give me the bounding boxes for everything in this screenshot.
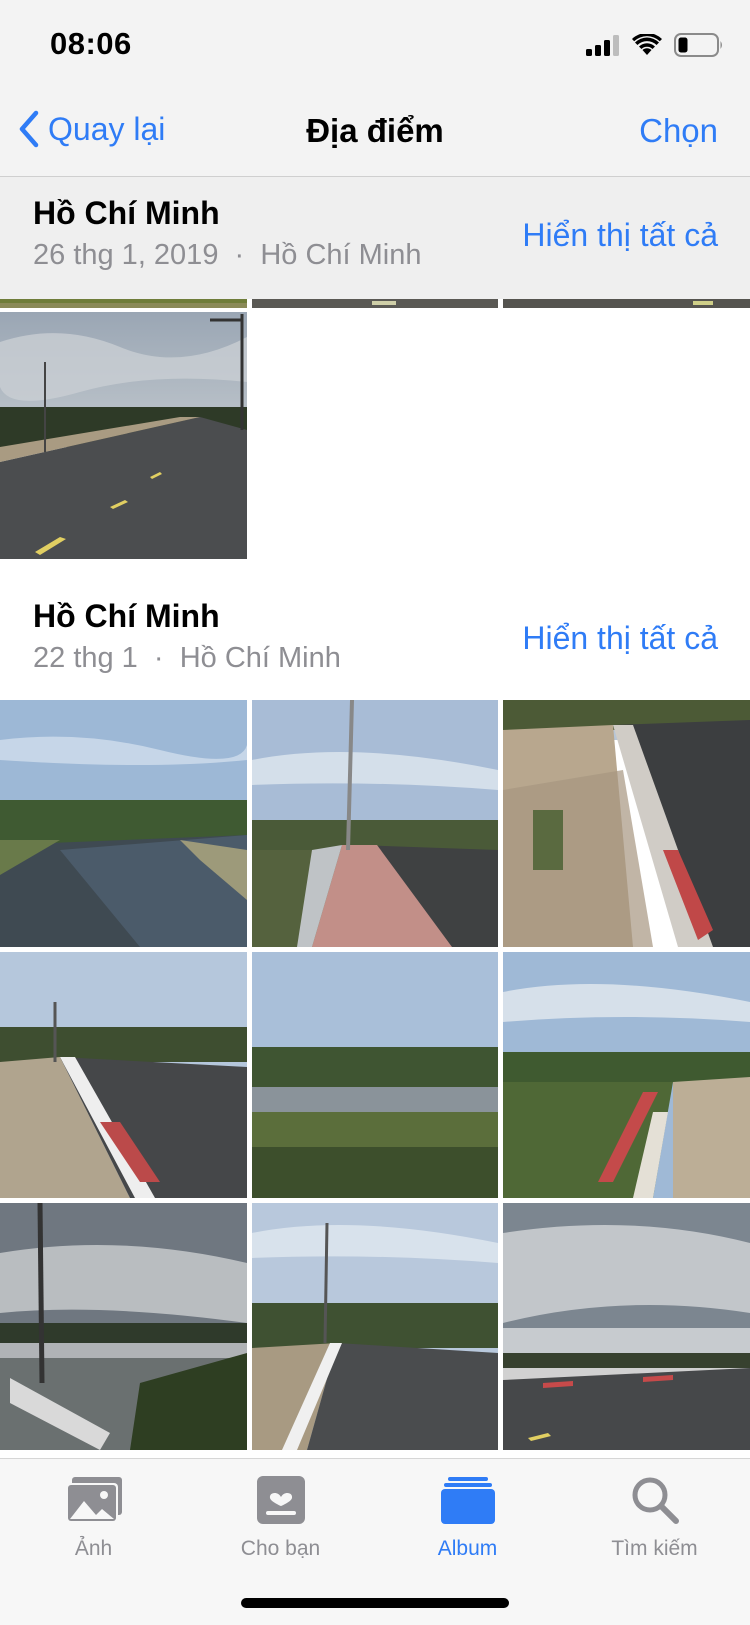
- tab-photos[interactable]: Ảnh: [0, 1469, 187, 1561]
- section-title: Hồ Chí Minh: [33, 195, 220, 231]
- status-icons: [586, 30, 724, 60]
- photo-thumbnail[interactable]: [0, 700, 247, 947]
- tab-search[interactable]: Tìm kiếm: [561, 1469, 748, 1561]
- photo-thumbnail[interactable]: [503, 700, 750, 947]
- photo-thumbnail[interactable]: [503, 952, 750, 1198]
- wifi-icon: [632, 34, 662, 55]
- section-subtitle: 22 thg 1 · Hồ Chí Minh: [33, 642, 341, 674]
- photo-thumbnail[interactable]: [503, 1203, 750, 1450]
- battery-icon: [674, 33, 722, 57]
- location-section-header: Hồ Chí Minh 26 thg 1, 2019 · Hồ Chí Minh…: [0, 177, 750, 299]
- cellular-signal-icon: [586, 35, 619, 56]
- search-icon: [632, 1477, 679, 1524]
- tab-for-you[interactable]: Cho bạn: [187, 1469, 374, 1561]
- photo-thumbnail[interactable]: [0, 1203, 247, 1450]
- photo-thumbnail[interactable]: [503, 298, 750, 308]
- select-button[interactable]: Chọn: [639, 112, 718, 150]
- tab-photos-label: Ảnh: [74, 1537, 113, 1560]
- photo-thumbnail[interactable]: [252, 952, 498, 1198]
- section-title: Hồ Chí Minh: [33, 598, 220, 634]
- albums-icon: [440, 1477, 495, 1524]
- photo-thumbnail[interactable]: [252, 1203, 498, 1450]
- photo-thumbnail[interactable]: [0, 312, 247, 559]
- tab-for-you-label: Cho bạn: [240, 1537, 321, 1560]
- photo-thumbnail[interactable]: [252, 298, 498, 308]
- photos-icon: [65, 1477, 122, 1523]
- photo-thumbnail[interactable]: [252, 700, 498, 947]
- photo-thumbnail[interactable]: [0, 298, 247, 308]
- photo-thumbnail[interactable]: [0, 952, 247, 1198]
- status-bar: 08:06: [0, 0, 750, 88]
- show-all-button[interactable]: Hiển thị tất cả: [522, 217, 718, 254]
- tab-albums[interactable]: Album: [374, 1469, 561, 1561]
- status-time: 08:06: [50, 26, 132, 61]
- show-all-button[interactable]: Hiển thị tất cả: [522, 620, 718, 657]
- navigation-bar: Quay lại Địa điểm Chọn: [0, 88, 750, 177]
- location-section-header: Hồ Chí Minh 22 thg 1 · Hồ Chí Minh Hiển …: [0, 580, 750, 700]
- page-title: Địa điểm: [306, 112, 444, 149]
- home-indicator[interactable]: [241, 1598, 509, 1608]
- tab-search-label: Tìm kiếm: [611, 1537, 698, 1560]
- tab-albums-label: Album: [437, 1537, 498, 1560]
- for-you-icon: [256, 1476, 305, 1524]
- section-subtitle: 26 thg 1, 2019 · Hồ Chí Minh: [33, 239, 422, 271]
